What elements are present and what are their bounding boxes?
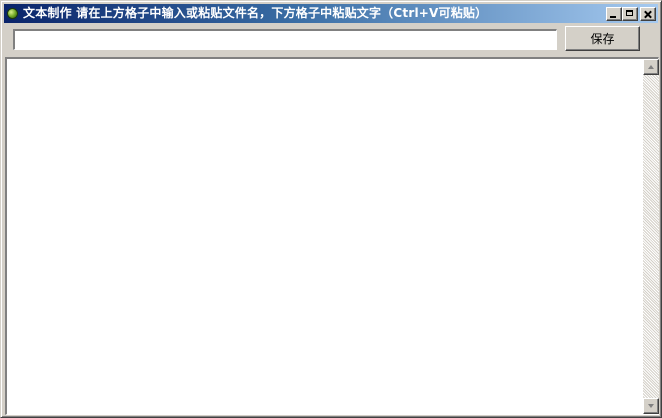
window-title: 文本制作 请在上方格子中输入或粘贴文件名，下方格子中粘贴文字（Ctrl+V可粘贴… [23,6,488,20]
maximize-button[interactable] [622,7,638,21]
vertical-scrollbar[interactable] [643,59,659,414]
filename-input[interactable] [13,29,557,50]
content-textarea[interactable] [7,59,643,414]
up-arrow-icon [648,65,654,69]
content-area [5,57,659,415]
scroll-down-button[interactable] [643,398,659,414]
app-icon[interactable] [8,9,17,18]
title-bar[interactable]: 文本制作 请在上方格子中输入或粘贴文件名，下方格子中粘贴文字（Ctrl+V可粘贴… [4,4,658,23]
save-button[interactable]: 保存 [565,26,640,51]
down-arrow-icon [648,404,654,408]
scroll-up-button[interactable] [643,59,659,75]
minimize-button[interactable] [606,7,622,21]
app-window: 文本制作 请在上方格子中输入或粘贴文件名，下方格子中粘贴文字（Ctrl+V可粘贴… [0,0,662,418]
close-button[interactable] [640,7,656,21]
